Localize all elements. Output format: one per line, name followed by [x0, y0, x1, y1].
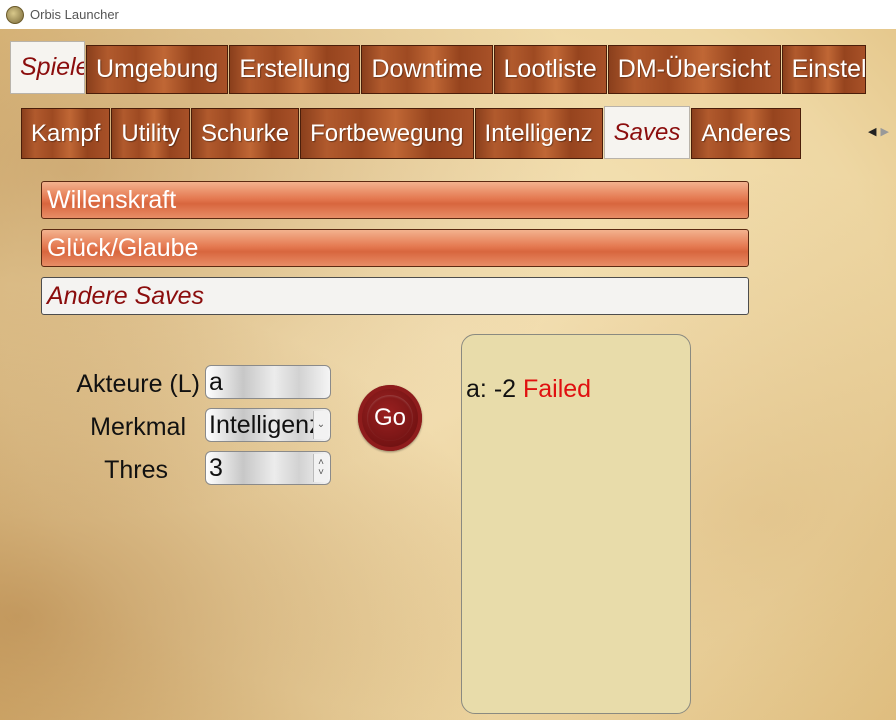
app-icon [6, 5, 24, 24]
tab-spieler[interactable]: Spieler [10, 41, 85, 94]
tab-erstellung[interactable]: Erstellung [229, 45, 361, 94]
tab-umgebung[interactable]: Umgebung [86, 45, 229, 94]
go-button[interactable]: Go [358, 385, 422, 451]
attribute-select[interactable]: Intelligenz ⌄ [205, 408, 331, 442]
output-panel: a: -2 Failed [461, 334, 691, 714]
scroll-right-icon[interactable]: ▶ [880, 126, 892, 138]
tab-dm-uebersicht[interactable]: DM-Übersicht [607, 45, 781, 94]
window-title: Orbis Launcher [30, 7, 119, 22]
go-button-label: Go [367, 395, 413, 441]
stepper-arrows-icon[interactable]: ˄ ˅ [313, 454, 328, 482]
tab-lootliste[interactable]: Lootliste [493, 45, 607, 94]
main-panel: Spieler Umgebung Erstellung Downtime Loo… [0, 29, 896, 720]
tab-saves[interactable]: Saves [603, 106, 691, 159]
section-andere-saves[interactable]: Andere Saves [41, 277, 749, 315]
tab-einstellungen[interactable]: Einstellungen [781, 45, 866, 94]
main-tab-bar: Spieler Umgebung Erstellung Downtime Loo… [10, 41, 867, 94]
thres-label: Thres [104, 456, 168, 484]
tab-utility[interactable]: Utility [111, 108, 191, 159]
title-bar: Orbis Launcher [0, 0, 896, 29]
tab-kampf[interactable]: Kampf [21, 108, 111, 159]
tab-fortbewegung[interactable]: Fortbewegung [300, 108, 474, 159]
output-actor: a: [466, 375, 487, 403]
tab-schurke[interactable]: Schurke [191, 108, 300, 159]
output-value: -2 [493, 375, 517, 403]
sub-tab-bar: Kampf Utility Schurke Fortbewegung Intel… [21, 106, 802, 159]
chevron-down-icon[interactable]: ⌄ [313, 411, 328, 439]
output-status: Failed [523, 375, 592, 403]
actors-input[interactable]: a [205, 365, 331, 399]
actors-label: Akteure (L) [76, 370, 200, 398]
scroll-left-icon[interactable]: ◀ [868, 126, 880, 138]
tab-anderes[interactable]: Anderes [691, 108, 801, 159]
section-willenskraft[interactable]: Willenskraft [41, 181, 749, 219]
section-glueck-glaube[interactable]: Glück/Glaube [41, 229, 749, 267]
tab-intelligenz[interactable]: Intelligenz [474, 108, 603, 159]
thres-stepper[interactable]: 3 ˄ ˅ [205, 451, 331, 485]
tab-scroll-arrows[interactable]: ◀▶ [868, 125, 893, 138]
attribute-label: Merkmal [90, 413, 186, 441]
tab-downtime[interactable]: Downtime [361, 45, 493, 94]
